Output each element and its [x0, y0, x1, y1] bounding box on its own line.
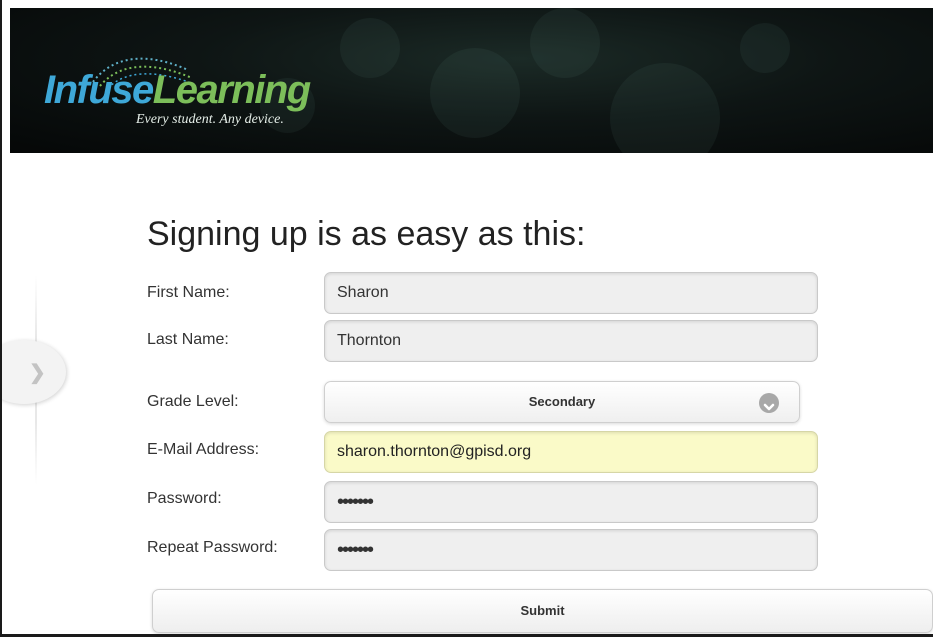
grade-level-select[interactable]: Secondary — [324, 381, 800, 423]
side-panel-toggle[interactable]: ❯ — [2, 340, 66, 404]
grade-level-label: Grade Level: — [147, 393, 239, 410]
email-label: E-Mail Address: — [147, 441, 260, 458]
repeat-password-field[interactable]: ••••••• — [324, 529, 818, 571]
header-banner: InfuseLearning Every student. Any device… — [10, 8, 933, 153]
chevron-down-icon — [759, 393, 779, 413]
first-name-label: First Name: — [147, 284, 230, 301]
logo-tagline: Every student. Any device. — [136, 112, 284, 127]
chevron-right-icon: ❯ — [29, 362, 46, 384]
bokeh-decoration — [430, 48, 520, 138]
bokeh-decoration — [610, 63, 720, 153]
grade-level-value: Secondary — [528, 394, 596, 409]
submit-button[interactable]: Submit — [152, 589, 933, 633]
bokeh-decoration — [340, 18, 400, 78]
page-title: Signing up is as easy as this: — [147, 215, 586, 253]
email-field[interactable]: sharon.thornton@gpisd.org — [324, 431, 818, 473]
logo-infuse-text: Infuse — [44, 68, 154, 112]
chevron-down-glyph — [763, 403, 775, 411]
last-name-field[interactable]: Thornton — [324, 320, 818, 362]
repeat-password-label: Repeat Password: — [147, 539, 278, 556]
logo-learning-text: Learning — [152, 68, 311, 112]
logo-wordmark: InfuseLearning — [44, 68, 311, 112]
last-name-label: Last Name: — [147, 331, 229, 348]
password-label: Password: — [147, 490, 222, 507]
bokeh-decoration — [740, 23, 790, 73]
first-name-field[interactable]: Sharon — [324, 272, 818, 314]
signup-page: InfuseLearning Every student. Any device… — [0, 0, 933, 637]
infuselearning-logo[interactable]: InfuseLearning Every student. Any device… — [44, 57, 344, 148]
password-field[interactable]: ••••••• — [324, 481, 818, 523]
top-strip — [2, 0, 933, 8]
bokeh-decoration — [530, 8, 600, 78]
